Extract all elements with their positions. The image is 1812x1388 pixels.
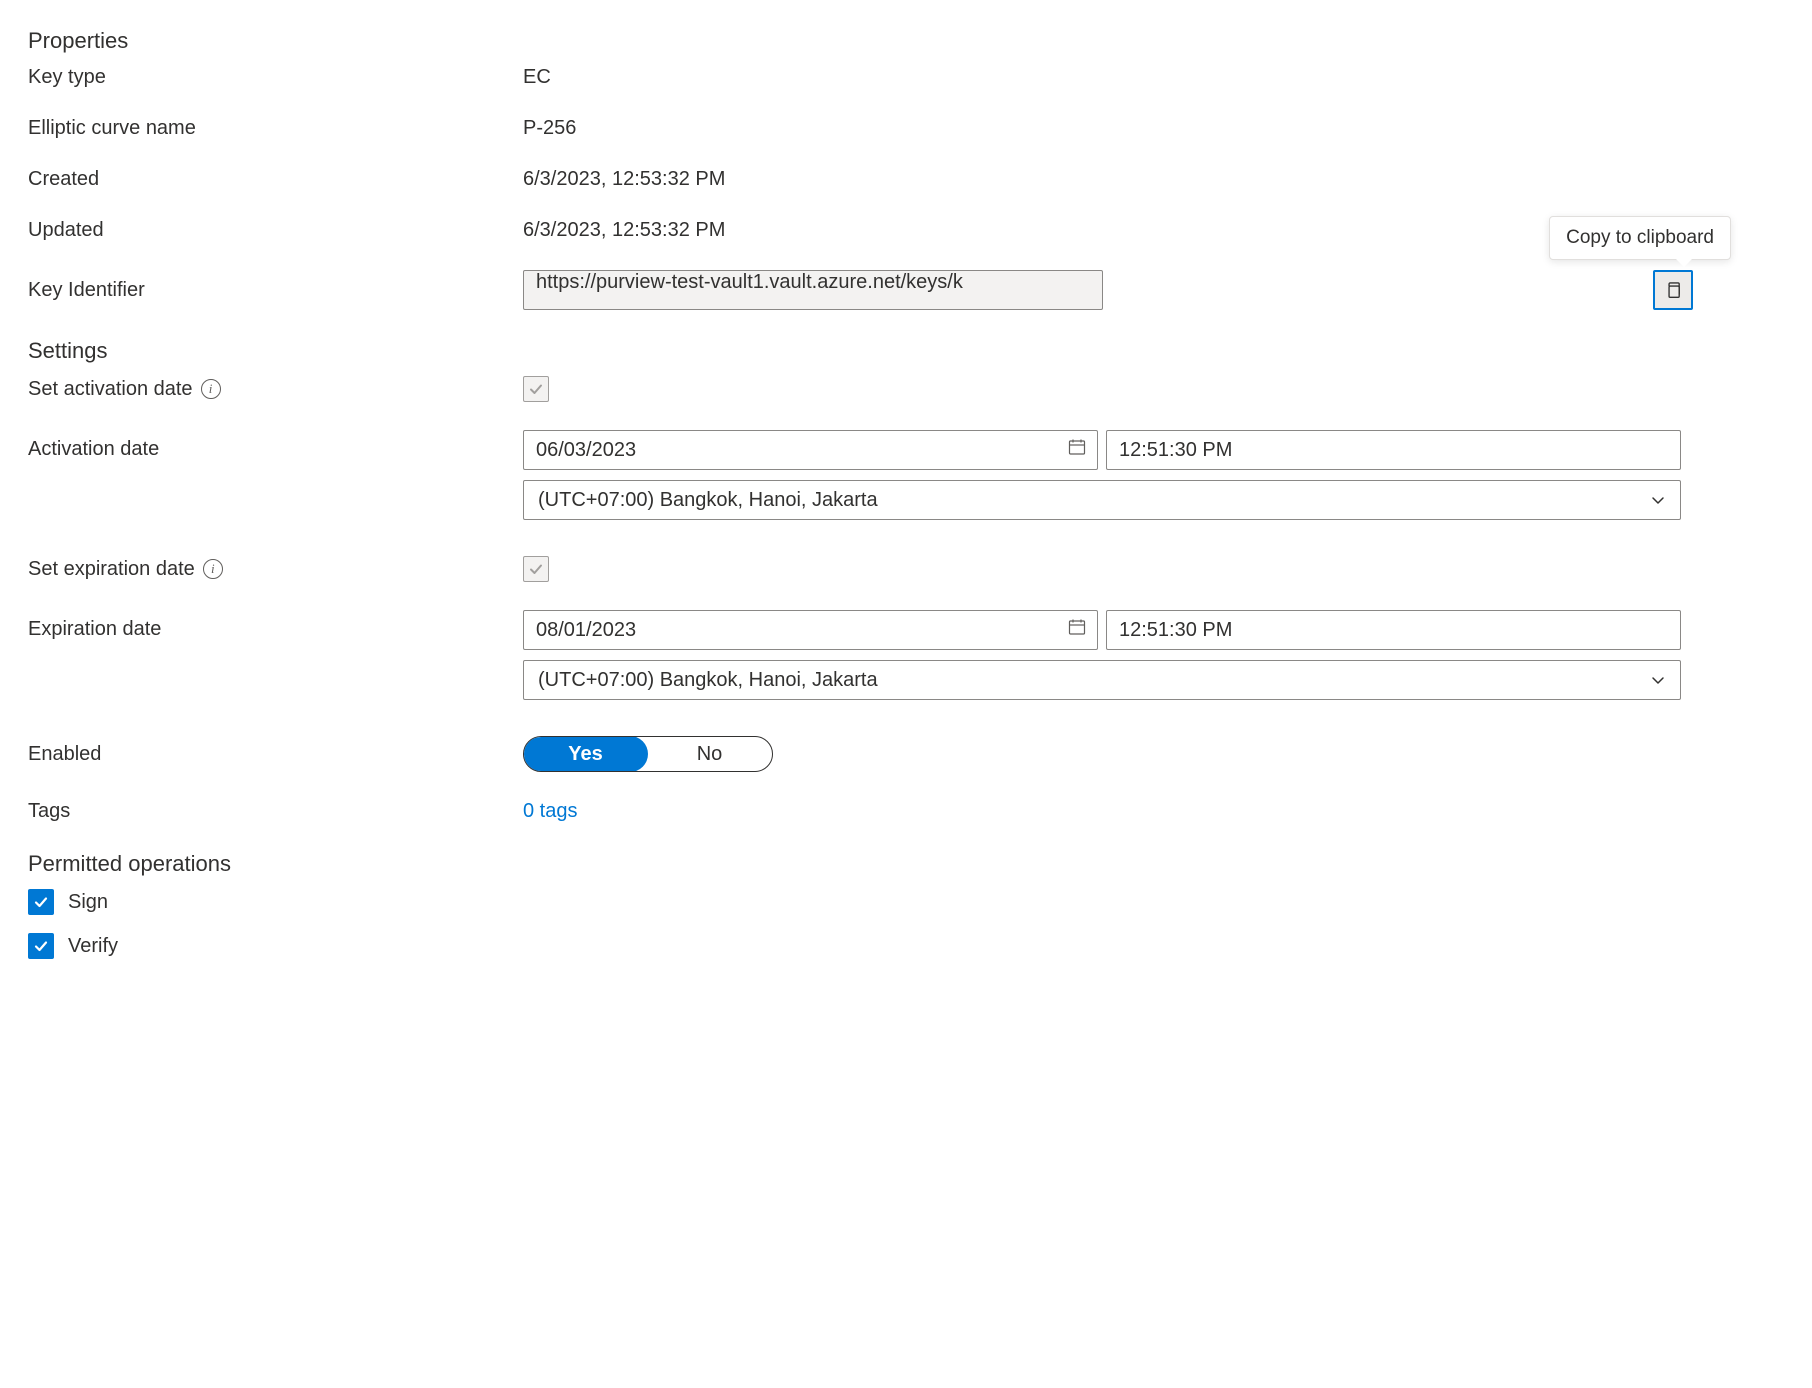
label-key-type: Key type bbox=[28, 66, 523, 89]
activation-date-value: 06/03/2023 bbox=[536, 439, 636, 462]
expiration-time-value: 12:51:30 PM bbox=[1119, 619, 1232, 642]
expiration-tz-value: (UTC+07:00) Bangkok, Hanoi, Jakarta bbox=[538, 669, 878, 692]
value-created: 6/3/2023, 12:53:32 PM bbox=[523, 168, 1784, 191]
expiration-date-value: 08/01/2023 bbox=[536, 619, 636, 642]
label-enabled: Enabled bbox=[28, 743, 523, 766]
label-set-expiration: Set expiration date bbox=[28, 558, 195, 581]
tags-link[interactable]: 0 tags bbox=[523, 800, 577, 822]
key-identifier-input[interactable]: https://purview-test-vault1.vault.azure.… bbox=[523, 270, 1103, 310]
label-verify: Verify bbox=[68, 935, 118, 958]
label-expiration-date: Expiration date bbox=[28, 610, 523, 641]
label-sign: Sign bbox=[68, 891, 108, 914]
section-settings-title: Settings bbox=[28, 338, 1784, 364]
copy-icon bbox=[1664, 281, 1682, 299]
copy-tooltip: Copy to clipboard bbox=[1549, 216, 1731, 260]
label-activation-date: Activation date bbox=[28, 430, 523, 461]
activation-time-input[interactable]: 12:51:30 PM bbox=[1106, 430, 1681, 470]
copy-button[interactable]: Copy to clipboard bbox=[1653, 270, 1693, 310]
value-curve-name: P-256 bbox=[523, 117, 1784, 140]
label-created: Created bbox=[28, 168, 523, 191]
enabled-toggle[interactable]: Yes No bbox=[523, 736, 773, 772]
enabled-toggle-no[interactable]: No bbox=[647, 737, 772, 771]
activation-date-input[interactable]: 06/03/2023 bbox=[523, 430, 1098, 470]
set-expiration-checkbox bbox=[523, 556, 549, 582]
label-tags: Tags bbox=[28, 800, 523, 823]
label-updated: Updated bbox=[28, 219, 523, 242]
section-properties-title: Properties bbox=[28, 28, 1784, 54]
info-icon[interactable]: i bbox=[203, 559, 223, 579]
expiration-tz-select[interactable]: (UTC+07:00) Bangkok, Hanoi, Jakarta bbox=[523, 660, 1681, 700]
calendar-icon bbox=[1067, 617, 1087, 643]
chevron-down-icon bbox=[1650, 492, 1666, 508]
info-icon[interactable]: i bbox=[201, 379, 221, 399]
calendar-icon bbox=[1067, 437, 1087, 463]
section-permitted-title: Permitted operations bbox=[28, 851, 1784, 877]
label-key-identifier: Key Identifier bbox=[28, 279, 523, 302]
chevron-down-icon bbox=[1650, 672, 1666, 688]
activation-tz-value: (UTC+07:00) Bangkok, Hanoi, Jakarta bbox=[538, 489, 878, 512]
label-curve-name: Elliptic curve name bbox=[28, 117, 523, 140]
checkbox-sign[interactable] bbox=[28, 889, 54, 915]
label-set-activation: Set activation date bbox=[28, 378, 193, 401]
value-key-type: EC bbox=[523, 66, 1784, 89]
expiration-date-input[interactable]: 08/01/2023 bbox=[523, 610, 1098, 650]
set-activation-checkbox bbox=[523, 376, 549, 402]
activation-time-value: 12:51:30 PM bbox=[1119, 439, 1232, 462]
expiration-time-input[interactable]: 12:51:30 PM bbox=[1106, 610, 1681, 650]
enabled-toggle-yes[interactable]: Yes bbox=[523, 736, 648, 772]
checkbox-verify[interactable] bbox=[28, 933, 54, 959]
activation-tz-select[interactable]: (UTC+07:00) Bangkok, Hanoi, Jakarta bbox=[523, 480, 1681, 520]
